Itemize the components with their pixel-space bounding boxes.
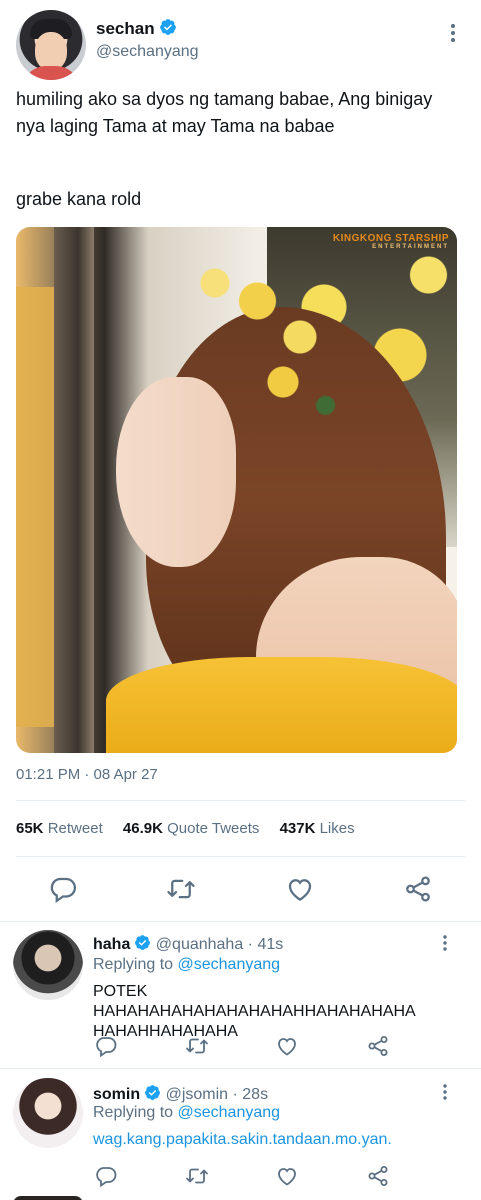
share-icon[interactable] — [366, 1164, 390, 1188]
reply-icon[interactable] — [48, 874, 78, 904]
share-icon[interactable] — [403, 874, 433, 904]
verified-badge-icon — [145, 1085, 161, 1100]
tweet-timestamp[interactable]: 01:21 PM · 08 Apr 27 — [16, 766, 158, 783]
author-handle[interactable]: @sechanyang — [96, 43, 199, 61]
reply-icon[interactable] — [94, 1034, 118, 1058]
reply-avatar[interactable] — [13, 930, 83, 1000]
like-count-link[interactable]: 437K Likes — [280, 820, 355, 837]
quote-count-link[interactable]: 46.9K Quote Tweets — [123, 820, 259, 837]
more-options-icon[interactable] — [437, 934, 453, 952]
author-avatar[interactable] — [16, 10, 86, 80]
divider — [0, 1068, 481, 1069]
tweet-photo[interactable]: KINGKONG STARSHIP ENTERTAINMENT — [16, 227, 457, 753]
share-icon[interactable] — [366, 1034, 390, 1058]
reply-author[interactable]: haha @quanhaha · 41s — [93, 934, 283, 954]
reply-text: POTEK HAHAHAHAHAHAHAHAHAHHAHAHAHAHA HAHA… — [93, 983, 415, 1040]
divider — [0, 921, 481, 922]
replying-to: Replying to @sechanyang — [93, 1104, 281, 1121]
like-icon[interactable] — [275, 1164, 299, 1188]
verified-badge-icon — [159, 19, 176, 35]
tweet-text-second-line: grabe kana rold — [16, 189, 142, 209]
replying-to-link[interactable]: @sechanyang — [178, 956, 281, 973]
more-options-icon[interactable] — [443, 22, 463, 44]
author-name[interactable]: sechan — [96, 18, 177, 39]
tweet-text: humiling ako sa dyos ng tamang babae, An… — [16, 89, 433, 136]
reply-author[interactable]: somin @jsomin · 28s — [93, 1084, 268, 1104]
reply-avatar[interactable] — [13, 1078, 83, 1148]
retweet-icon[interactable] — [185, 1164, 209, 1188]
divider — [16, 800, 465, 801]
reply-text: wag.kang.papakita.sakin.tandaan.mo.yan. — [93, 1131, 392, 1148]
photo-watermark: KINGKONG STARSHIP ENTERTAINMENT — [332, 233, 449, 250]
tweet-stats: 65K Retweet 46.9K Quote Tweets 437K Like… — [16, 820, 355, 837]
verified-badge-icon — [135, 935, 151, 950]
retweet-icon[interactable] — [166, 874, 196, 904]
like-icon[interactable] — [285, 874, 315, 904]
reply-icon[interactable] — [94, 1164, 118, 1188]
next-reply-avatar[interactable] — [13, 1196, 83, 1200]
retweet-count-link[interactable]: 65K Retweet — [16, 820, 103, 837]
retweet-icon[interactable] — [185, 1034, 209, 1058]
divider — [16, 856, 465, 857]
more-options-icon[interactable] — [437, 1083, 453, 1101]
like-icon[interactable] — [275, 1034, 299, 1058]
replying-to: Replying to @sechanyang — [93, 956, 281, 973]
replying-to-link[interactable]: @sechanyang — [178, 1104, 281, 1121]
